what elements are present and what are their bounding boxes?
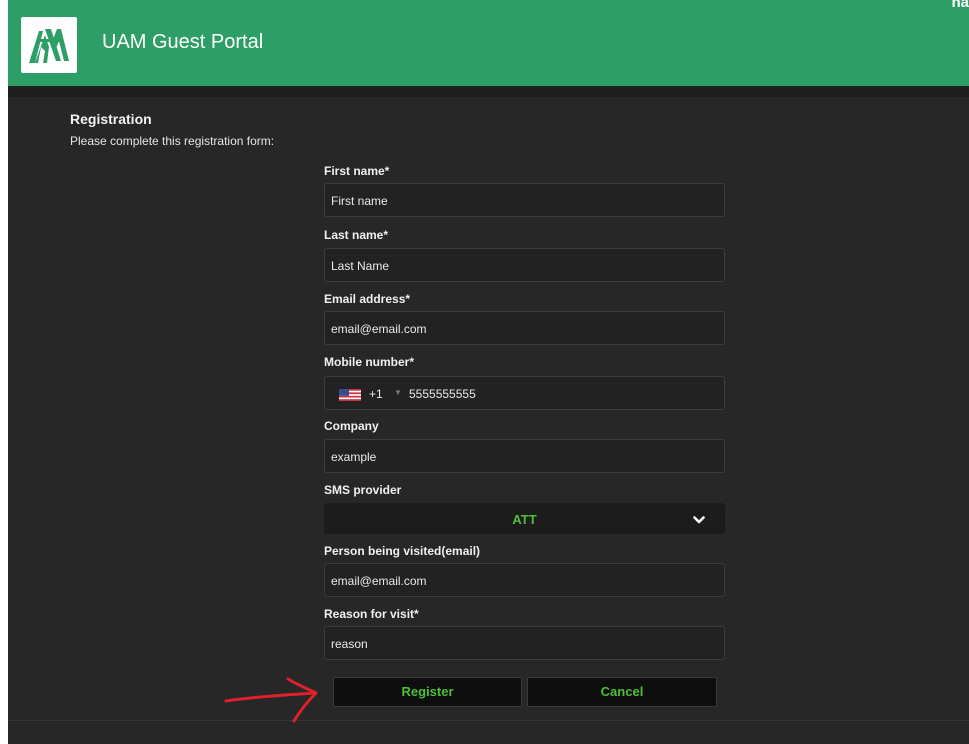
first-name-field[interactable]: First name	[324, 183, 725, 217]
last-name-value: Last Name	[331, 259, 390, 273]
dial-code-dropdown-icon[interactable]: ▼	[394, 388, 402, 397]
company-label: Company	[324, 419, 379, 433]
registration-panel: Registration Please complete this regist…	[8, 86, 969, 744]
sms-provider-value: ATT	[512, 512, 537, 527]
sms-provider-label: SMS provider	[324, 483, 402, 497]
person-visited-label: Person being visited(email)	[324, 544, 481, 558]
register-button[interactable]: Register	[333, 677, 522, 707]
dial-code[interactable]: +1	[369, 387, 383, 401]
email-label: Email address*	[324, 292, 411, 306]
mobile-label: Mobile number*	[324, 355, 415, 369]
first-name-label: First name*	[324, 164, 390, 178]
reason-label: Reason for visit*	[324, 607, 419, 621]
email-value: email@email.com	[331, 322, 427, 336]
last-name-field[interactable]: Last Name	[324, 248, 725, 282]
person-visited-value: email@email.com	[331, 574, 427, 588]
red-arrow-annotation-icon	[224, 677, 318, 723]
last-name-label: Last name*	[324, 228, 389, 242]
mobile-value: 5555555555	[409, 387, 476, 401]
app-title: UAM Guest Portal	[102, 31, 264, 53]
uam-logo[interactable]	[21, 17, 77, 73]
panel-divider	[8, 720, 969, 721]
chevron-down-icon	[693, 512, 705, 524]
person-visited-field[interactable]: email@email.com	[324, 563, 725, 597]
mobile-field[interactable]: +1 ▼ 5555555555	[324, 376, 725, 410]
corner-text: na	[951, 0, 969, 11]
company-field[interactable]: example	[324, 439, 725, 473]
cancel-button[interactable]: Cancel	[527, 677, 717, 707]
reason-value: reason	[331, 637, 368, 651]
first-name-value: First name	[331, 194, 388, 208]
registration-title: Registration	[70, 111, 152, 127]
panel-top-stripe	[8, 86, 969, 97]
us-flag-icon[interactable]	[339, 388, 361, 401]
email-field[interactable]: email@email.com	[324, 311, 725, 345]
reason-field[interactable]: reason	[324, 626, 725, 660]
registration-subtitle: Please complete this registration form:	[70, 134, 275, 148]
sms-provider-select[interactable]: ATT	[324, 503, 725, 534]
portal-header: UAM Guest Portal	[8, 0, 969, 86]
company-value: example	[331, 450, 377, 464]
